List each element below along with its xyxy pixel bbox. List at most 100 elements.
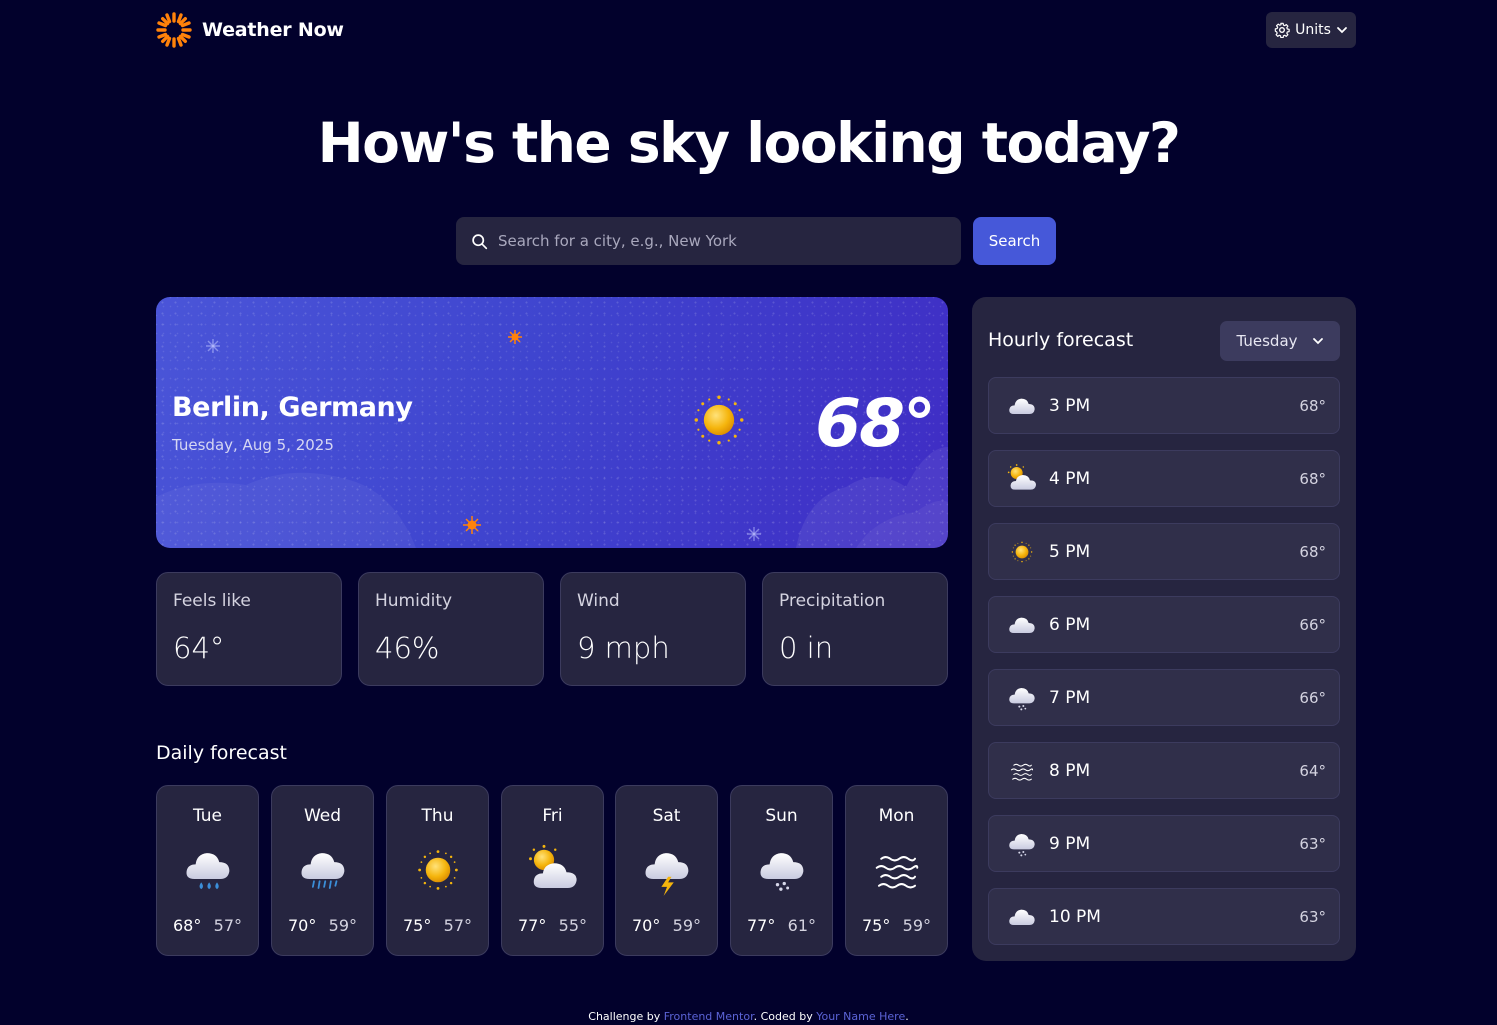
hour-row: 4 PM 68° <box>988 450 1340 507</box>
day-card-sun[interactable]: Sun 77° 61° <box>730 785 833 956</box>
stat-wind: Wind 9 mph <box>560 572 746 686</box>
hour-row: 7 PM 66° <box>988 669 1340 726</box>
hour-time: 10 PM <box>1049 906 1101 927</box>
hour-time: 5 PM <box>1049 541 1091 562</box>
hour-temp: 68° <box>1299 469 1326 488</box>
hour-temp: 64° <box>1299 761 1326 780</box>
stat-value: 46% <box>375 631 440 665</box>
author-link[interactable]: Your Name Here <box>816 1010 905 1023</box>
stat-value: 9 mph <box>577 631 670 665</box>
fog-icon <box>1008 757 1036 785</box>
hour-temp: 63° <box>1299 834 1326 853</box>
stat-value: 0 in <box>779 631 834 665</box>
frontend-mentor-link[interactable]: Frontend Mentor <box>664 1010 754 1023</box>
day-name: Sun <box>765 806 798 826</box>
sunny-icon <box>411 843 465 897</box>
hour-row: 3 PM 68° <box>988 377 1340 434</box>
day-name: Thu <box>421 806 454 826</box>
footer-suffix: . <box>905 1010 909 1023</box>
fog-icon <box>870 843 924 897</box>
current-date: Tuesday, Aug 5, 2025 <box>172 436 334 454</box>
stat-value: 64° <box>173 631 225 665</box>
day-card-sat[interactable]: Sat 70° 59° <box>615 785 718 956</box>
sun-logo-icon <box>156 12 192 48</box>
cloud-icon <box>1006 609 1038 641</box>
app-logo[interactable]: Weather Now <box>156 12 344 48</box>
app-name: Weather Now <box>202 19 344 41</box>
hour-time: 9 PM <box>1049 833 1091 854</box>
hour-time: 3 PM <box>1049 395 1091 416</box>
day-name: Wed <box>303 806 342 826</box>
gear-icon <box>1274 22 1290 38</box>
day-name: Sat <box>652 806 681 826</box>
day-card-thu[interactable]: Thu 75° 57° <box>386 785 489 956</box>
hour-time: 6 PM <box>1049 614 1091 635</box>
chevron-down-icon <box>1312 338 1323 345</box>
partly-cloudy-icon <box>1006 463 1038 495</box>
stat-feels-like: Feels like 64° <box>156 572 342 686</box>
hour-row: 9 PM 63° <box>988 815 1340 872</box>
storm-icon <box>640 843 694 897</box>
day-card-tue[interactable]: Tue 68° 57° <box>156 785 259 956</box>
search-field[interactable] <box>456 217 961 265</box>
chevron-down-icon <box>1336 27 1347 34</box>
hourly-forecast-panel: Hourly forecast Tuesday 3 PM 68° 4 PM 68… <box>972 297 1356 961</box>
search-button[interactable]: Search <box>973 217 1056 265</box>
rain-icon <box>181 843 235 897</box>
stat-label: Precipitation <box>779 591 886 611</box>
partly-cloudy-icon <box>526 843 580 897</box>
day-high: 75° <box>403 916 432 935</box>
units-dropdown-button[interactable]: Units <box>1266 12 1356 48</box>
day-low: 61° <box>787 916 816 935</box>
footer-attribution: Challenge by Frontend Mentor. Coded by Y… <box>0 1010 1497 1023</box>
snow-icon <box>755 843 809 897</box>
stat-label: Humidity <box>375 591 453 611</box>
cloud-icon <box>1006 901 1038 933</box>
hour-temp: 68° <box>1299 542 1326 561</box>
sunny-icon <box>693 394 745 446</box>
day-name: Tue <box>192 806 223 826</box>
hour-row: 6 PM 66° <box>988 596 1340 653</box>
hour-row: 10 PM 63° <box>988 888 1340 945</box>
snow-icon <box>1006 828 1038 860</box>
page-title: How's the sky looking today? <box>317 111 1181 175</box>
hour-temp: 68° <box>1299 396 1326 415</box>
search-icon <box>472 233 488 249</box>
footer-prefix: Challenge by <box>588 1010 661 1023</box>
sunny-icon <box>1011 541 1033 563</box>
day-high: 68° <box>173 916 202 935</box>
day-high: 77° <box>747 916 776 935</box>
stat-label: Wind <box>577 591 620 611</box>
day-low: 59° <box>902 916 931 935</box>
day-select-dropdown[interactable]: Tuesday <box>1220 321 1340 361</box>
hour-time: 8 PM <box>1049 760 1091 781</box>
hour-temp: 63° <box>1299 907 1326 926</box>
day-card-fri[interactable]: Fri 77° 55° <box>501 785 604 956</box>
snow-icon <box>1006 682 1038 714</box>
hour-row: 5 PM 68° <box>988 523 1340 580</box>
day-card-mon[interactable]: Mon 75° 59° <box>845 785 948 956</box>
day-low: 59° <box>672 916 701 935</box>
city-name: Berlin, Germany <box>172 392 413 423</box>
day-card-wed[interactable]: Wed 70° 59° <box>271 785 374 956</box>
day-high: 75° <box>862 916 891 935</box>
stat-humidity: Humidity 46% <box>358 572 544 686</box>
hourly-forecast-title: Hourly forecast <box>988 329 1134 351</box>
hour-temp: 66° <box>1299 688 1326 707</box>
day-low: 55° <box>558 916 587 935</box>
day-name: Fri <box>542 806 563 826</box>
day-low: 57° <box>213 916 242 935</box>
cloud-icon <box>1006 390 1038 422</box>
day-low: 57° <box>443 916 472 935</box>
daily-forecast-title: Daily forecast <box>156 742 287 764</box>
day-high: 77° <box>518 916 547 935</box>
current-temperature: 68° <box>815 385 936 462</box>
drizzle-icon <box>296 843 350 897</box>
search-input[interactable] <box>498 232 938 250</box>
day-high: 70° <box>632 916 661 935</box>
day-low: 59° <box>328 916 357 935</box>
units-label: Units <box>1295 22 1331 38</box>
stat-label: Feels like <box>173 591 251 611</box>
day-name: Mon <box>878 806 915 826</box>
day-high: 70° <box>288 916 317 935</box>
